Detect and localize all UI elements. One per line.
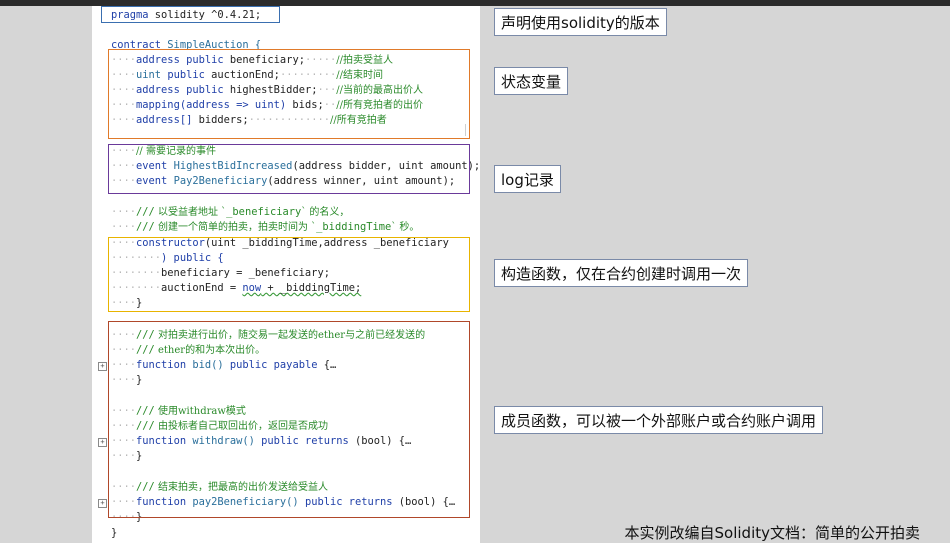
code-line-brace: ····} xyxy=(111,511,143,523)
annotation-pragma: 声明使用solidity的版本 xyxy=(494,8,667,36)
code-line-constructor: ····constructor(uint _biddingTime,addres… xyxy=(111,237,449,249)
code-line-doc-comment: ····/// 结束拍卖，把最高的出价发送给受益人 xyxy=(111,481,328,493)
annotation-state-vars: 状态变量 xyxy=(494,67,569,95)
code-line-doc-comment: ····/// 创建一个简单的拍卖，拍卖时间为 `_biddingTime` 秒… xyxy=(111,221,420,233)
code-line-doc-comment: ····/// 使用withdraw模式 xyxy=(111,405,246,417)
text-cursor xyxy=(465,124,466,136)
code-line-brace: ····} xyxy=(111,374,143,386)
fold-expand-icon[interactable]: + xyxy=(98,438,107,447)
annotation-constructor: 构造函数，仅在合约创建时调用一次 xyxy=(494,259,749,287)
code-line-state-var: ····mapping(address => uint) bids;··//所有… xyxy=(111,99,423,111)
code-line-doc-comment: ····/// 由投标者自己取回出价，返回是否成功 xyxy=(111,420,328,432)
code-line-statement: ········auctionEnd = now + _biddingTime; xyxy=(111,282,362,294)
annotation-log: log记录 xyxy=(494,165,561,193)
code-line-constructor: ········) public { xyxy=(111,252,224,264)
code-line-function: ····function pay2Beneficiary() public re… xyxy=(111,496,456,508)
code-line-comment: ····// 需要记录的事件 xyxy=(111,145,216,157)
code-line-state-var: ····address public beneficiary;·····//拍卖… xyxy=(111,54,393,66)
code-line-function: ····function bid() public payable {… xyxy=(111,359,337,371)
code-editor[interactable]: pragma solidity ^0.4.21; contract Simple… xyxy=(92,6,480,543)
code-line-event: ····event Pay2Beneficiary(address winner… xyxy=(111,175,456,187)
code-line-doc-comment: ····/// ether的和为本次出价。 xyxy=(111,344,266,356)
code-line-contract: contract SimpleAuction { xyxy=(111,39,262,51)
code-line-state-var: ····uint public auctionEnd;·········//结束… xyxy=(111,69,383,81)
code-line-brace: ····} xyxy=(111,450,143,462)
fold-expand-icon[interactable]: + xyxy=(98,362,107,371)
code-line-function: ····function withdraw() public returns (… xyxy=(111,435,412,447)
code-line-brace: ····} xyxy=(111,297,143,309)
code-line-event: ····event HighestBidIncreased(address bi… xyxy=(111,160,480,172)
code-line-state-var: ····address[] bidders;·············//所有竞… xyxy=(111,114,387,126)
annotation-member-functions: 成员函数，可以被一个外部账户或合约账户调用 xyxy=(494,406,824,434)
fold-expand-icon[interactable]: + xyxy=(98,499,107,508)
code-line-brace: } xyxy=(111,527,118,539)
footer-caption: 本实例改编自Solidity文档：简单的公开拍卖 xyxy=(624,524,920,542)
code-line-statement: ········beneficiary = _beneficiary; xyxy=(111,267,330,279)
code-line-doc-comment: ····/// 对拍卖进行出价，随交易一起发送的ether与之前已经发送的 xyxy=(111,329,426,341)
code-line-state-var: ····address public highestBidder;···//当前… xyxy=(111,84,423,96)
code-line-pragma: pragma solidity ^0.4.21; xyxy=(111,9,262,21)
left-margin xyxy=(0,6,92,543)
code-line-doc-comment: ····/// 以受益者地址 `_beneficiary` 的名义， xyxy=(111,206,350,218)
